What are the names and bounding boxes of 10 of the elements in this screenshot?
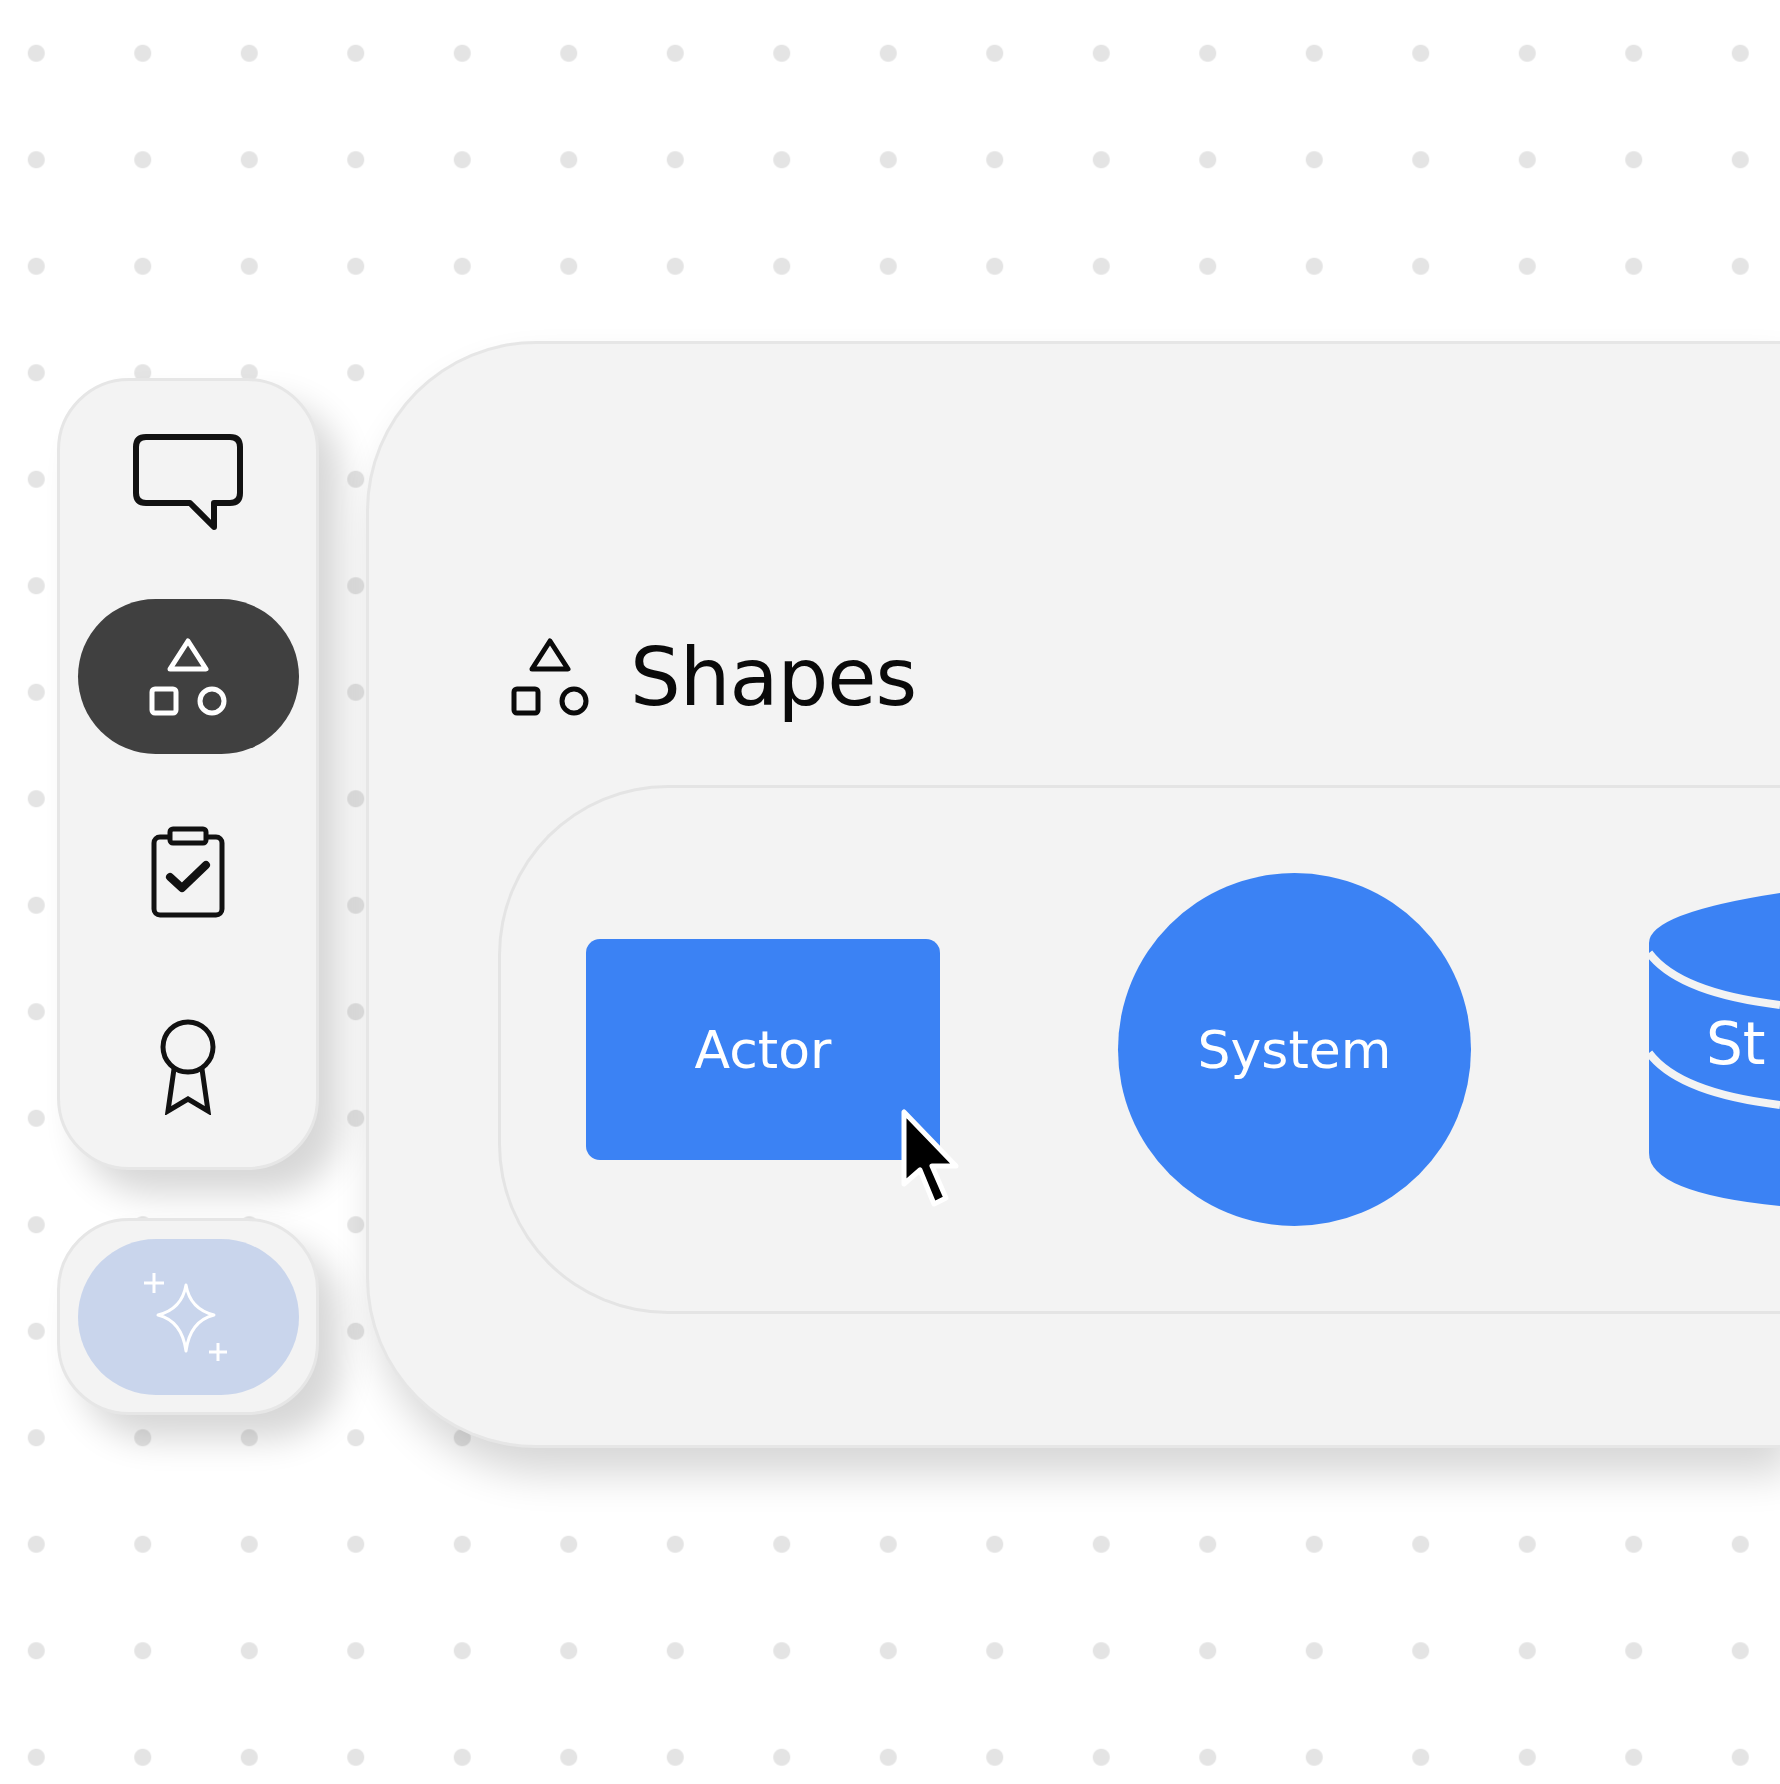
- speech-bubble-icon: [132, 432, 244, 531]
- system-shape[interactable]: System: [1118, 873, 1471, 1226]
- panel-title: Shapes: [630, 630, 917, 724]
- award-ribbon-icon: [158, 1018, 218, 1115]
- shape-label: St: [1706, 1015, 1766, 1073]
- actor-shape[interactable]: Actor: [586, 939, 940, 1160]
- shape-label: Actor: [694, 1019, 832, 1080]
- shape-label: System: [1197, 1019, 1392, 1080]
- cylinder-shape[interactable]: [1649, 893, 1780, 1206]
- clipboard-check-icon: [150, 824, 226, 919]
